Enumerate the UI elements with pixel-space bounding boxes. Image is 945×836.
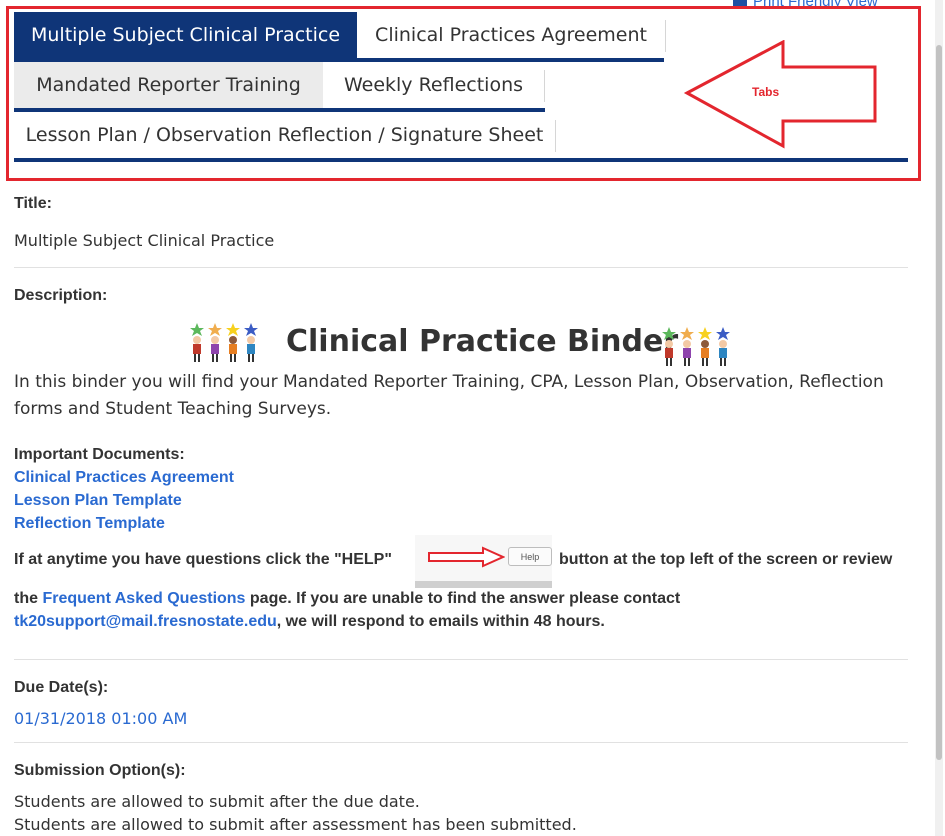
binder-title: Clinical Practice Binder (286, 324, 679, 359)
scrollbar[interactable] (935, 0, 943, 836)
due-date-label: Due Date(s): (14, 679, 109, 696)
submission-option: Students are allowed to submit after the… (14, 792, 420, 811)
annotation-arrow-icon (683, 40, 877, 149)
link-reflection-template[interactable]: Reflection Template (14, 515, 165, 533)
link-support-email[interactable]: tk20support@mail.fresnostate.edu (14, 613, 277, 630)
kids-stars-icon (662, 327, 730, 366)
link-lesson-plan-template[interactable]: Lesson Plan Template (14, 492, 182, 510)
link-clinical-practices-agreement[interactable]: Clinical Practices Agreement (14, 469, 234, 487)
help-screenshot-image: Help (415, 535, 552, 588)
red-arrow-icon (428, 546, 505, 568)
email-line-suffix: , we will respond to emails within 48 ho… (276, 613, 605, 630)
submission-options-label: Submission Option(s): (14, 762, 186, 779)
faq-line-suffix: page. If you are unable to find the answ… (249, 590, 681, 607)
link-frequent-asked-questions[interactable]: Frequent Asked Questions (42, 590, 245, 607)
description-label: Description: (14, 287, 108, 304)
help-text-end: button at the top left of the screen or … (559, 551, 893, 568)
description-intro: In this binder you will find your Mandat… (14, 372, 884, 419)
scrollbar-thumb[interactable] (936, 45, 942, 760)
faq-line: the Frequent Asked Questions page. If yo… (14, 590, 680, 608)
title-label: Title: (14, 195, 52, 212)
important-documents-heading: Important Documents: (14, 446, 185, 463)
submission-option: Students are allowed to submit after ass… (14, 815, 577, 834)
help-image-bar (415, 581, 552, 588)
help-button-image: Help (508, 547, 552, 566)
divider (14, 659, 908, 660)
kids-stars-icon (190, 323, 258, 362)
title-value: Multiple Subject Clinical Practice (14, 231, 275, 250)
divider (14, 267, 908, 268)
email-line: tk20support@mail.fresnostate.edu, we wil… (14, 613, 605, 631)
faq-line-prefix: the (14, 590, 38, 607)
due-date-value[interactable]: 01/31/2018 01:00 AM (14, 709, 187, 728)
divider (14, 742, 908, 743)
annotation-label: Tabs (752, 85, 780, 99)
help-text-start: If at anytime you have questions click t… (14, 551, 392, 568)
